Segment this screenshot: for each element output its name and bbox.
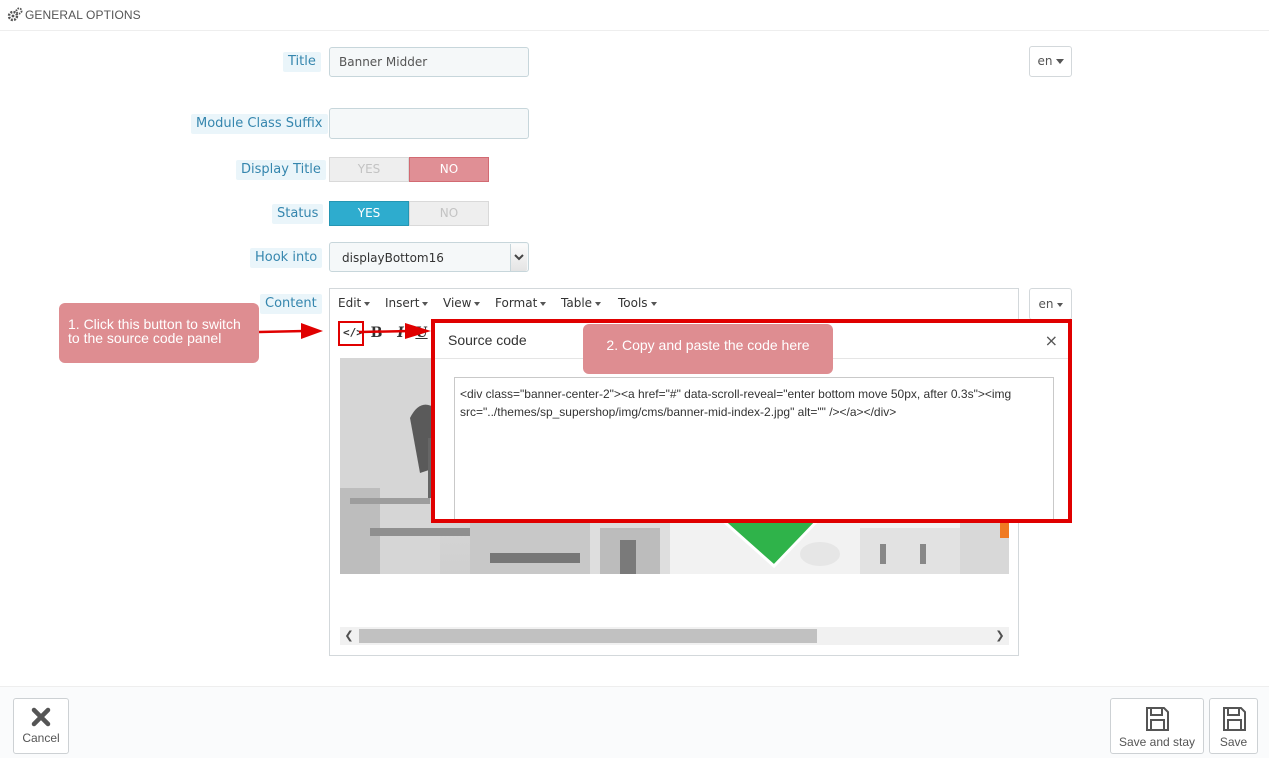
dialog-title: Source code [448,332,527,348]
annotation-arrows [259,323,431,339]
close-icon[interactable]: × [1045,331,1058,350]
arrow-line [358,329,412,334]
menu-insert[interactable]: Insert [385,296,429,310]
hook-into-value: displayBottom16 [342,251,444,265]
gears-icon [7,7,23,22]
status-yes[interactable]: YES [329,201,409,226]
menu-format[interactable]: Format [495,296,547,310]
module-class-suffix-label: Module Class Suffix [191,114,328,134]
content-label: Content [260,294,322,314]
title-input[interactable]: Banner Midder [329,47,529,77]
step1-callout: 1. Click this button to switch to the so… [59,303,259,363]
title-language-value: en [1037,54,1053,68]
cancel-button[interactable]: Cancel [13,698,69,754]
module-class-suffix-input[interactable] [329,108,529,139]
chevron-down-icon [514,254,524,261]
save-button[interactable]: Save [1209,698,1258,754]
menu-table[interactable]: Table [561,296,602,310]
floppy-disk-icon [1222,707,1246,731]
scroll-left-icon[interactable]: ❮ [342,629,356,643]
menu-edit[interactable]: Edit [338,296,371,310]
chevron-down-icon [1056,302,1063,307]
panel-heading: GENERAL OPTIONS [0,0,1269,31]
arrow-head [301,323,323,339]
arrow-line [259,329,306,334]
content-language-value: en [1038,297,1054,311]
close-icon [31,707,51,727]
scroll-right-icon[interactable]: ❯ [993,629,1007,643]
display-title-no[interactable]: NO [409,157,489,182]
save-and-stay-button[interactable]: Save and stay [1110,698,1204,754]
status-label: Status [272,204,324,224]
panel-title: GENERAL OPTIONS [25,8,141,22]
title-language-button[interactable]: en [1029,46,1072,77]
select-arrow [510,244,527,271]
title-label: Title [283,52,321,72]
chevron-down-icon [1055,59,1064,64]
panel-footer: Cancel Save and stay Save [0,686,1269,758]
content-language-button[interactable]: en [1029,288,1072,320]
save-label: Save [1219,735,1248,749]
menu-tools[interactable]: Tools [618,296,657,310]
step2-callout: 2. Copy and paste the code here [583,324,833,374]
scrollbar-thumb[interactable] [359,629,817,643]
source-code-textarea[interactable]: <div class="banner-center-2"><a href="#"… [454,377,1054,519]
arrow-head [405,323,431,339]
save-and-stay-label: Save and stay [1118,735,1196,749]
cancel-label: Cancel [22,731,60,745]
display-title-label: Display Title [236,160,326,180]
menu-view[interactable]: View [443,296,481,310]
horizontal-scrollbar[interactable]: ❮ ❯ [340,627,1009,645]
hook-into-label: Hook into [250,248,323,268]
editor-menubar: Edit Insert View Format Table Tools [330,289,1018,319]
hook-into-select[interactable]: displayBottom16 [329,242,529,272]
status-no[interactable]: NO [409,201,489,226]
display-title-yes[interactable]: YES [329,157,409,182]
floppy-disk-icon [1146,707,1169,731]
